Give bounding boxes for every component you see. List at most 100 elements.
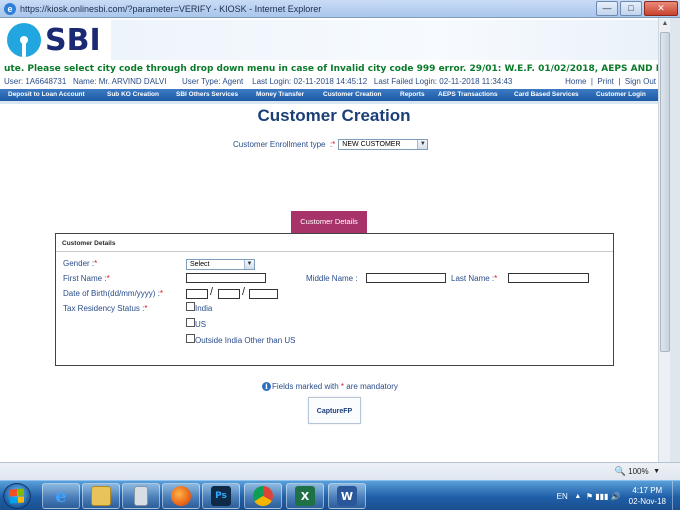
- internet-explorer-icon: e: [55, 485, 67, 507]
- show-desktop-button[interactable]: [672, 481, 680, 510]
- box-divider: [56, 251, 613, 252]
- taskbar-word[interactable]: W: [328, 483, 366, 509]
- zoom-level: 100%: [628, 467, 649, 476]
- nav-reports[interactable]: Reports: [400, 91, 425, 98]
- sbi-logo-text: SBI: [45, 22, 101, 58]
- browser-status-bar: 🔍 100% ▼: [0, 462, 680, 480]
- info-icon: i: [262, 382, 271, 391]
- enrollment-type-row: Customer Enrollment type : * NEW CUSTOMER…: [233, 139, 429, 150]
- sbi-logo: SBI: [4, 20, 111, 60]
- windows-taskbar: e Ps X W EN ▲ ⚑ ▮▮▮ 🔊 4:17 PM 02-Nov-18: [0, 480, 680, 510]
- print-link[interactable]: Print: [597, 76, 613, 88]
- required-mark: *: [340, 382, 345, 391]
- sign-out-link[interactable]: Sign Out: [625, 76, 656, 88]
- show-hidden-icons[interactable]: ▲: [574, 493, 581, 500]
- last-failed-login: Last Failed Login: 02-11-2018 11:34:43: [373, 77, 513, 86]
- calculator-icon: [134, 486, 148, 506]
- window-frame-right: [670, 18, 680, 462]
- browser-title: https://kiosk.onlinesbi.com/?parameter=V…: [20, 3, 322, 14]
- required-mark: *: [332, 140, 336, 149]
- nav-shadow: [0, 101, 658, 104]
- network-signal-icon[interactable]: ▮▮▮: [595, 492, 608, 501]
- taskbar-excel[interactable]: X: [286, 483, 324, 509]
- last-name-input[interactable]: [508, 273, 589, 283]
- sbi-logo-icon: [7, 23, 41, 57]
- tax-india-checkbox[interactable]: [186, 302, 195, 311]
- start-button[interactable]: [3, 483, 31, 509]
- dob-day-input[interactable]: [186, 289, 208, 299]
- word-icon: W: [337, 486, 357, 506]
- customer-details-box: Customer Details Gender :* Select ▼ Firs…: [55, 233, 614, 366]
- mandatory-suffix: are mandatory: [346, 382, 398, 391]
- vertical-scrollbar[interactable]: ▲: [658, 18, 670, 462]
- nav-customer-login[interactable]: Customer Login: [596, 91, 646, 98]
- chevron-down-icon: ▼: [244, 260, 254, 269]
- user-info-bar: User: 1A6648731 Name: Mr. ARVIND DALVI U…: [0, 76, 658, 88]
- scrollbar-thumb[interactable]: [660, 32, 670, 352]
- tab-customer-details[interactable]: Customer Details: [291, 211, 367, 233]
- home-link[interactable]: Home: [565, 76, 586, 88]
- tax-outside-label: Outside India Other than US: [195, 336, 296, 345]
- announcement-marquee: ute. Please select city code through dro…: [0, 63, 658, 76]
- nav-customer-creation[interactable]: Customer Creation: [323, 91, 382, 98]
- firefox-icon: [171, 486, 191, 506]
- taskbar-calculator[interactable]: [122, 483, 160, 509]
- dob-year-input[interactable]: [249, 289, 278, 299]
- language-indicator[interactable]: EN: [557, 492, 568, 501]
- zoom-icon: 🔍: [614, 466, 627, 476]
- header-banner: [111, 20, 658, 60]
- last-login: Last Login: 02-11-2018 14:45:12: [252, 77, 368, 86]
- capture-fp-button[interactable]: CaptureFP: [308, 397, 361, 424]
- tax-outside-checkbox[interactable]: [186, 334, 195, 343]
- last-name-label: Last Name :*: [451, 274, 498, 283]
- nav-deposit-to-loan[interactable]: Deposit to Loan Account: [8, 91, 85, 98]
- chrome-icon: [253, 486, 273, 506]
- enrollment-type-label: Customer Enrollment type: [233, 140, 326, 149]
- user-name: Name: Mr. ARVIND DALVI: [72, 77, 167, 86]
- scroll-up-icon[interactable]: ▲: [659, 18, 671, 30]
- close-icon[interactable]: ✕: [644, 1, 678, 16]
- mandatory-note: i Fields marked with * are mandatory: [262, 382, 398, 391]
- site-header: SBI: [0, 18, 658, 63]
- enrollment-type-select[interactable]: NEW CUSTOMER ▼: [338, 139, 429, 150]
- clock-time: 4:17 PM: [632, 486, 663, 495]
- separator: |: [590, 77, 593, 86]
- tax-residency-label: Tax Residency Status :*: [63, 304, 148, 313]
- zoom-control[interactable]: 🔍 100% ▼: [615, 466, 660, 477]
- taskbar-file-explorer[interactable]: [82, 483, 120, 509]
- nav-card-based-services[interactable]: Card Based Services: [514, 91, 579, 98]
- clock[interactable]: 4:17 PM 02-Nov-18: [629, 485, 666, 507]
- page-title: Customer Creation: [257, 106, 411, 125]
- ie-icon: e: [4, 2, 16, 15]
- maximize-icon[interactable]: □: [620, 1, 642, 16]
- nav-sbi-others-services[interactable]: SBI Others Services: [176, 91, 238, 98]
- middle-name-input[interactable]: [366, 273, 446, 283]
- main-nav: Deposit to Loan Account Sub KO Creation …: [0, 89, 658, 101]
- clock-date: 02-Nov-18: [628, 497, 666, 506]
- volume-icon[interactable]: 🔊: [611, 492, 621, 501]
- middle-name-label: Middle Name :: [306, 274, 358, 283]
- tax-us-checkbox[interactable]: [186, 318, 195, 327]
- taskbar-photoshop[interactable]: Ps: [202, 483, 240, 509]
- taskbar-internet-explorer[interactable]: e: [42, 483, 80, 509]
- tax-india-label: India: [195, 304, 213, 313]
- taskbar-chrome[interactable]: [244, 483, 282, 509]
- gender-select[interactable]: Select ▼: [186, 259, 255, 270]
- excel-icon: X: [295, 486, 315, 506]
- nav-money-transfer[interactable]: Money Transfer: [256, 91, 304, 98]
- dob-month-input[interactable]: [218, 289, 240, 299]
- date-separator: /: [242, 286, 246, 298]
- gender-label: Gender :*: [63, 259, 98, 268]
- first-name-label: First Name :*: [63, 274, 110, 283]
- mandatory-prefix: Fields marked with: [272, 382, 339, 391]
- nav-aeps-transactions[interactable]: AEPS Transactions: [438, 91, 498, 98]
- first-name-input[interactable]: [186, 273, 266, 283]
- enrollment-type-value: NEW CUSTOMER: [342, 141, 401, 148]
- minimize-icon[interactable]: —: [596, 1, 618, 16]
- action-center-flag-icon[interactable]: ⚑: [586, 492, 593, 501]
- nav-sub-ko-creation[interactable]: Sub KO Creation: [107, 91, 159, 98]
- gender-select-value: Select: [190, 261, 210, 268]
- windows-logo-icon: [10, 488, 24, 504]
- browser-title-bar: e https://kiosk.onlinesbi.com/?parameter…: [0, 0, 680, 18]
- taskbar-firefox[interactable]: [162, 483, 200, 509]
